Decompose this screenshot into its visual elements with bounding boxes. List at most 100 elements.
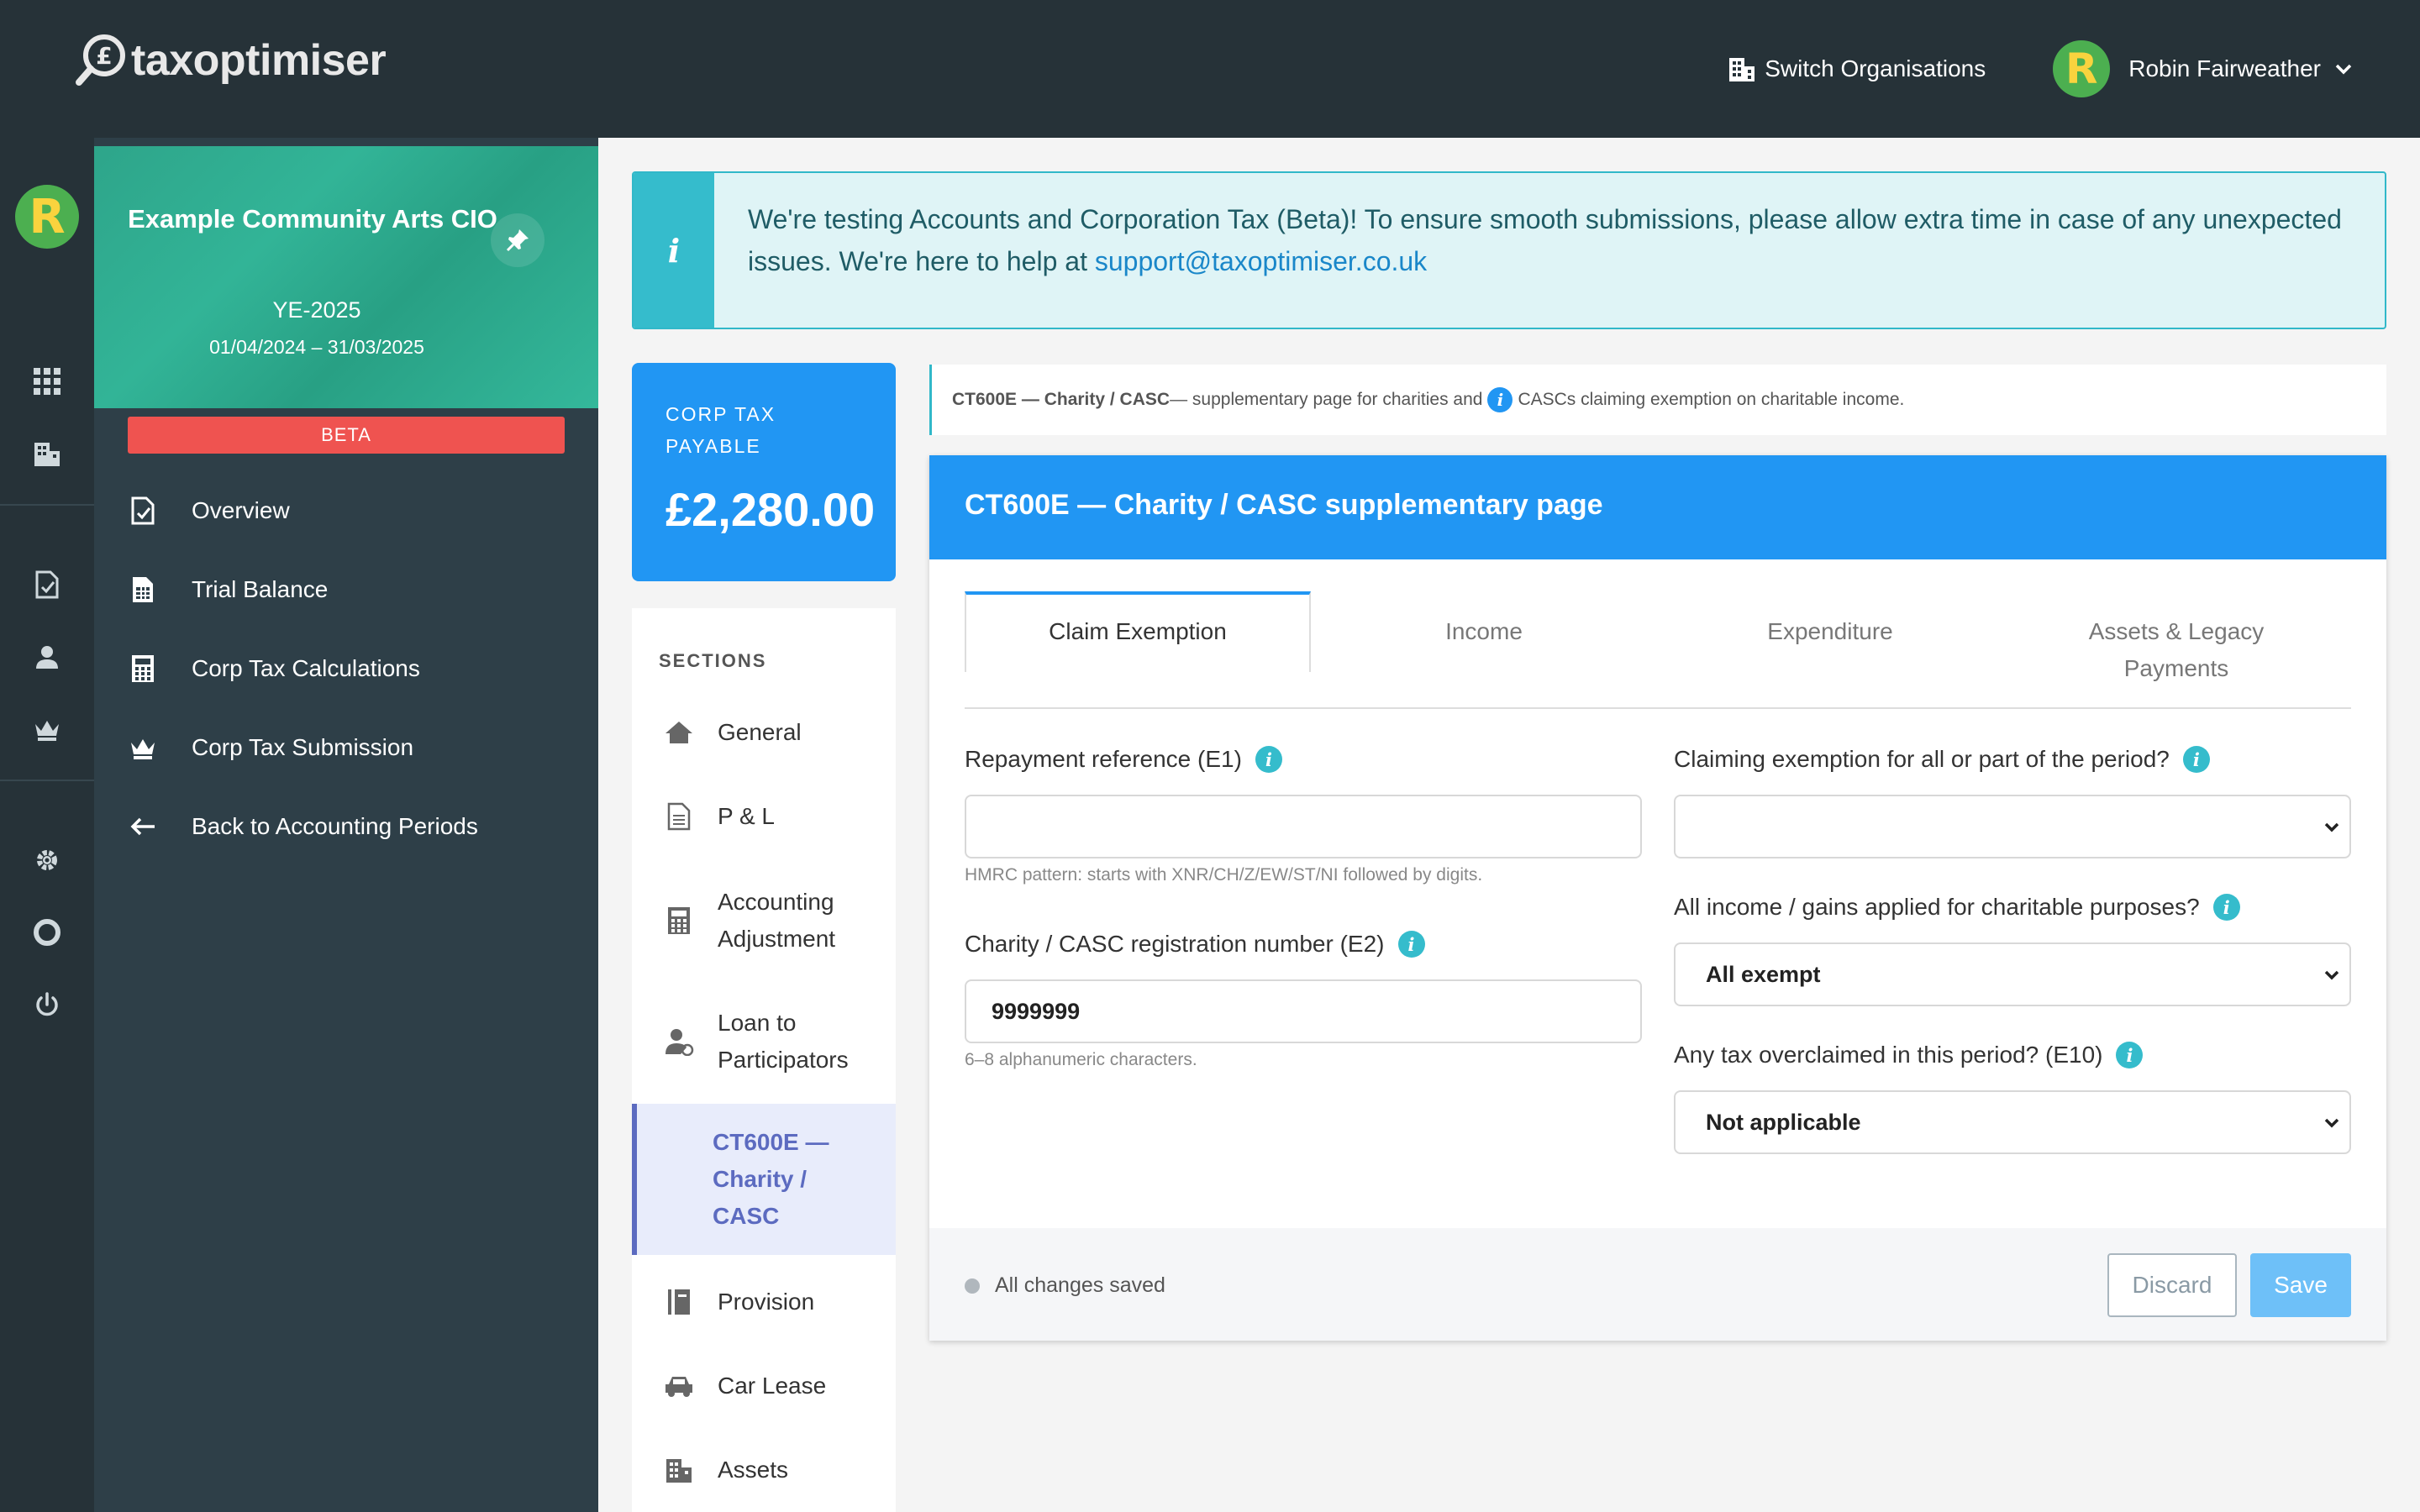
power-icon[interactable] xyxy=(30,988,64,1021)
hint-text-b: CASCs claiming exemption on charitable i… xyxy=(1518,390,1905,409)
section-assets[interactable]: Assets xyxy=(632,1436,896,1504)
arrow-left-icon xyxy=(128,811,158,842)
document-check-icon[interactable] xyxy=(30,568,64,601)
info-icon[interactable]: i xyxy=(1487,387,1513,412)
section-car-lease[interactable]: Car Lease xyxy=(632,1352,896,1420)
info-icon: i xyxy=(634,173,714,328)
e1-help: HMRC pattern: starts with XNR/CH/Z/EW/ST… xyxy=(965,865,1483,885)
nav-label: Corp Tax Submission xyxy=(192,734,414,760)
section-provision[interactable]: Provision xyxy=(632,1268,896,1336)
info-icon[interactable]: i xyxy=(2212,894,2240,921)
repayment-reference-input[interactable] xyxy=(965,795,1642,858)
support-email-link[interactable]: support@taxoptimiser.co.uk xyxy=(1095,246,1427,276)
form-footer: All changes saved Discard Save xyxy=(929,1228,2386,1341)
section-label: Loan to Participators xyxy=(718,1010,849,1073)
info-icon[interactable]: i xyxy=(1397,931,1425,958)
nav-corp-tax-submission[interactable]: Corp Tax Submission xyxy=(128,722,581,773)
section-general[interactable]: General xyxy=(632,699,896,766)
tab-income[interactable]: Income xyxy=(1311,591,1657,672)
svg-text:£: £ xyxy=(96,42,112,70)
chevron-down-icon xyxy=(2335,64,2352,75)
crown-icon xyxy=(128,732,158,763)
user-name: Robin Fairweather xyxy=(2128,55,2321,81)
sidebar: Example Community Arts CIO YE-2025 01/04… xyxy=(94,138,598,1512)
rail-divider xyxy=(0,504,94,506)
ct600e-form-card: CT600E — Charity / CASC supplementary pa… xyxy=(929,455,2386,1341)
org-avatar[interactable]: R xyxy=(15,185,79,249)
registration-number-input[interactable]: 9999999 xyxy=(965,979,1642,1043)
beta-info-banner: i We're testing Accounts and Corporation… xyxy=(632,171,2386,329)
org-dates: 01/04/2024 – 31/03/2025 xyxy=(209,336,424,358)
nav-corp-tax-calculations[interactable]: Corp Tax Calculations xyxy=(128,643,581,694)
corp-tax-payable-card: CORP TAX PAYABLE £2,280.00 xyxy=(632,363,896,581)
section-label: Assets xyxy=(718,1457,789,1483)
corp-tax-label: CORP TAX PAYABLE xyxy=(666,403,776,457)
org-card: Example Community Arts CIO YE-2025 01/04… xyxy=(94,146,598,408)
calculator-icon xyxy=(662,906,696,935)
section-label: Accounting Adjustment xyxy=(718,889,836,952)
income-value: All exempt xyxy=(1706,961,1821,987)
icon-rail: R xyxy=(0,138,94,1512)
chevron-down-icon xyxy=(2324,970,2339,980)
section-label: General xyxy=(718,719,802,745)
section-loan-to-participators[interactable]: Loan to Participators xyxy=(632,988,896,1095)
user-icon[interactable] xyxy=(30,640,64,674)
pin-icon[interactable] xyxy=(491,213,544,267)
banner-message: We're testing Accounts and Corporation T… xyxy=(748,204,2342,276)
switch-organisations-label: Switch Organisations xyxy=(1765,55,1986,81)
grid-icon[interactable] xyxy=(30,365,64,398)
nav-trial-balance[interactable]: Trial Balance xyxy=(128,564,581,615)
chevron-down-icon xyxy=(2324,822,2339,832)
card-header: CT600E — Charity / CASC supplementary pa… xyxy=(929,455,2386,559)
tab-assets-legacy-payments[interactable]: Assets & Legacy Payments xyxy=(2003,591,2349,681)
section-p-and-l[interactable]: P & L xyxy=(632,783,896,850)
save-status-text: All changes saved xyxy=(995,1273,1165,1297)
e2-label-text: Charity / CASC registration number (E2) xyxy=(965,931,1385,957)
tab-claim-exemption[interactable]: Claim Exemption xyxy=(965,591,1311,672)
tab-label: Income xyxy=(1445,618,1523,644)
tab-label: Expenditure xyxy=(1767,618,1893,644)
income-label-text: All income / gains applied for charitabl… xyxy=(1674,894,2200,920)
section-hint: CT600E — Charity / CASC — supplementary … xyxy=(929,365,2386,435)
section-label: CT600E — Charity / CASC xyxy=(713,1129,829,1229)
section-label: P & L xyxy=(718,803,775,829)
nav-label: Back to Accounting Periods xyxy=(192,813,478,839)
e10-value: Not applicable xyxy=(1706,1109,1861,1135)
section-accounting-adjustment[interactable]: Accounting Adjustment xyxy=(632,867,896,974)
tab-label: Claim Exemption xyxy=(1049,618,1227,644)
income-applied-select[interactable]: All exempt xyxy=(1674,942,2351,1006)
tax-overclaimed-select[interactable]: Not applicable xyxy=(1674,1090,2351,1154)
org-name: Example Community Arts CIO xyxy=(128,204,497,234)
nav-back-to-accounting-periods[interactable]: Back to Accounting Periods xyxy=(128,801,581,852)
building-icon xyxy=(662,1456,696,1484)
building-icon[interactable] xyxy=(30,437,64,470)
hint-bold: CT600E — Charity / CASC xyxy=(952,390,1171,409)
save-status: All changes saved xyxy=(965,1273,1165,1298)
status-dot-icon xyxy=(965,1278,980,1294)
claim-exemption-select[interactable] xyxy=(1674,795,2351,858)
crown-icon[interactable] xyxy=(30,712,64,746)
user-menu[interactable]: R Robin Fairweather xyxy=(2053,40,2353,97)
info-icon[interactable]: i xyxy=(2116,1042,2144,1068)
beta-badge: BETA xyxy=(128,417,565,454)
nav-overview[interactable]: Overview xyxy=(128,486,581,536)
tab-expenditure[interactable]: Expenditure xyxy=(1657,591,2003,672)
discard-button[interactable]: Discard xyxy=(2107,1253,2237,1317)
logo[interactable]: £ taxoptimiser xyxy=(76,34,387,87)
sections-panel: SECTIONS General P & L Accounting Adjust… xyxy=(632,608,896,1512)
rail-divider xyxy=(0,780,94,781)
info-icon[interactable]: i xyxy=(2182,746,2210,773)
banner-text: We're testing Accounts and Corporation T… xyxy=(748,198,2361,282)
lifebuoy-icon[interactable] xyxy=(30,916,64,949)
switch-organisations-button[interactable]: Switch Organisations xyxy=(1728,55,1986,83)
info-icon[interactable]: i xyxy=(1255,746,1282,773)
avatar: R xyxy=(2053,40,2111,97)
section-ct600e-charity-casc[interactable]: CT600E — Charity / CASC xyxy=(632,1104,896,1255)
tabs-divider xyxy=(965,707,2351,709)
save-button[interactable]: Save xyxy=(2250,1253,2351,1317)
gear-icon[interactable] xyxy=(30,843,64,877)
calculator-icon xyxy=(128,654,158,684)
corp-tax-value: £2,280.00 xyxy=(666,483,876,536)
user-loan-icon xyxy=(662,1027,696,1056)
tab-label: Assets & Legacy Payments xyxy=(2088,618,2265,681)
